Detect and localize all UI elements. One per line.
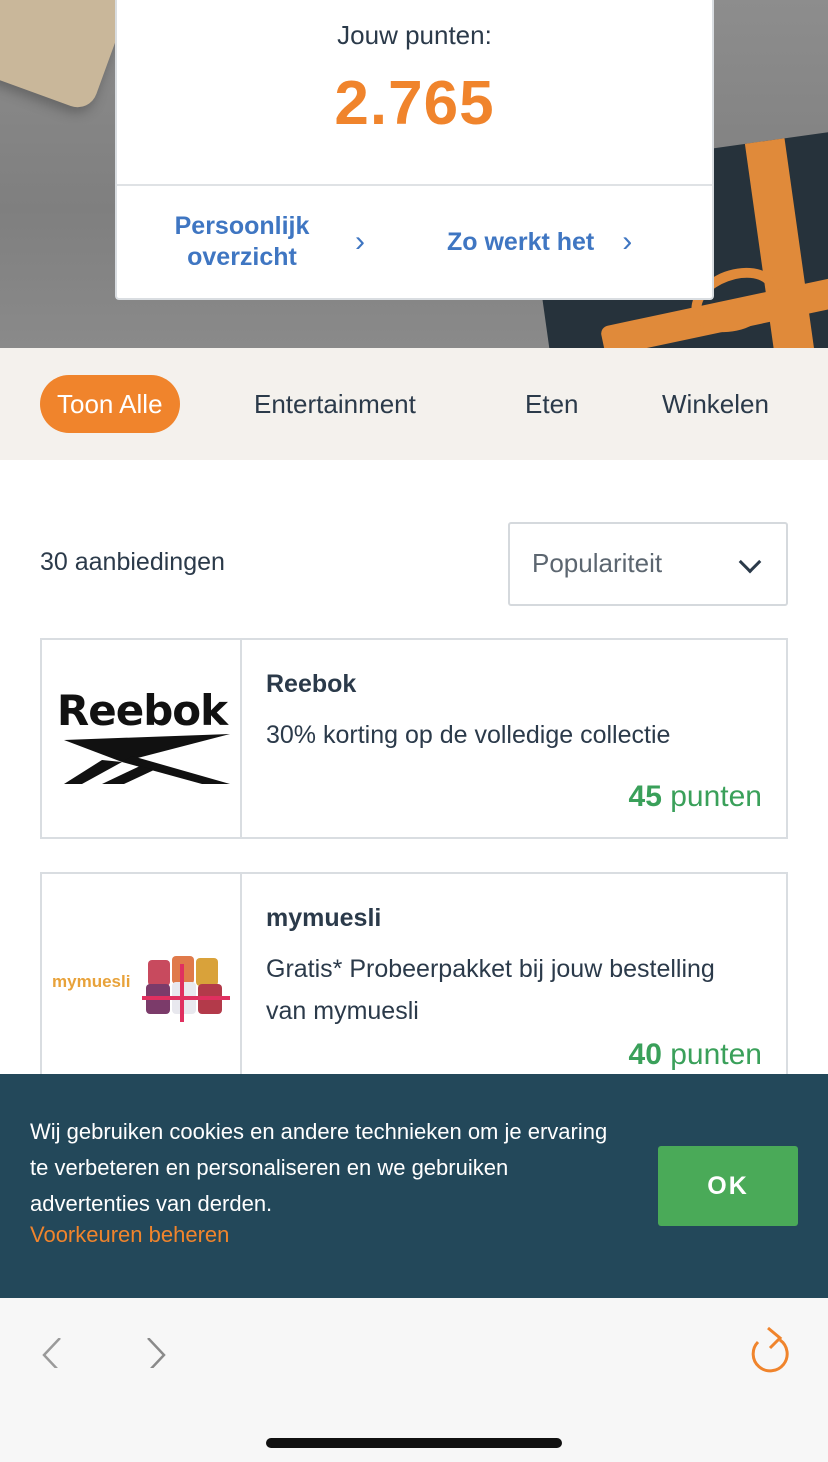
- muesli-cups-image: [142, 956, 230, 1022]
- manage-preferences-link[interactable]: Voorkeuren beheren: [30, 1222, 229, 1248]
- points-unit: punten: [670, 1038, 762, 1071]
- divider: [117, 184, 712, 186]
- points-number: 45: [628, 780, 662, 813]
- personal-overview-link[interactable]: Persoonlijk overzicht ›: [157, 188, 397, 296]
- offer-points: 40 punten: [629, 1038, 762, 1072]
- mymuesli-logo-part: muesli: [76, 972, 131, 991]
- offer-brand: Reebok: [266, 670, 357, 698]
- category-filter-bar: Toon Alle Entertainment Eten Winkelen: [0, 348, 828, 460]
- hero-banner: Jouw punten: 2.765 Persoonlijk overzicht…: [0, 0, 828, 348]
- how-it-works-label: Zo werkt het: [447, 227, 595, 256]
- chevron-left-icon[interactable]: [40, 1338, 70, 1368]
- chevron-right-icon: ›: [622, 225, 633, 258]
- offer-points: 45 punten: [629, 780, 762, 814]
- reebok-vector-icon: [64, 734, 230, 784]
- points-unit: punten: [670, 780, 762, 813]
- reebok-logo-text: Reebok: [56, 686, 228, 735]
- reload-icon[interactable]: [746, 1326, 792, 1376]
- points-value: 2.765: [334, 69, 495, 138]
- offer-count: 30 aanbiedingen: [40, 548, 225, 576]
- points-label: Jouw punten:: [337, 20, 492, 50]
- points-number: 40: [628, 1038, 662, 1071]
- chevron-right-icon: ›: [355, 225, 365, 258]
- reebok-logo: Reebok: [42, 640, 242, 837]
- chevron-right-icon[interactable]: [140, 1338, 170, 1368]
- tab-entertainment[interactable]: Entertainment: [254, 375, 416, 433]
- sort-dropdown[interactable]: Populariteit: [508, 522, 788, 606]
- mymuesli-logo-text: mymuesli: [52, 972, 130, 992]
- offer-card-reebok[interactable]: Reebok Reebok 30% korting op de volledig…: [40, 638, 788, 839]
- tab-food[interactable]: Eten: [525, 375, 579, 433]
- home-indicator: [266, 1438, 562, 1448]
- how-it-works-link[interactable]: Zo werkt het ›: [447, 188, 687, 296]
- tab-shopping[interactable]: Winkelen: [662, 375, 769, 433]
- cookie-message: Wij gebruiken cookies en andere techniek…: [30, 1119, 608, 1216]
- tab-show-all[interactable]: Toon Alle: [40, 375, 180, 433]
- sort-selected-value: Populariteit: [532, 548, 663, 578]
- offer-description: Gratis* Probeerpakket bij jouw bestellin…: [266, 955, 715, 1025]
- personal-overview-label: Persoonlijk overzicht: [174, 211, 310, 271]
- offer-brand: mymuesli: [266, 904, 382, 932]
- cookie-ok-button[interactable]: OK: [658, 1146, 798, 1226]
- cookie-banner: Wij gebruiken cookies en andere techniek…: [0, 1074, 828, 1298]
- offer-description: 30% korting op de volledige collectie: [266, 721, 671, 749]
- offer-body: Reebok 30% korting op de volledige colle…: [266, 640, 762, 837]
- points-card: Jouw punten: 2.765 Persoonlijk overzicht…: [115, 0, 714, 300]
- browser-toolbar: [0, 1298, 828, 1462]
- chevron-down-icon: [738, 550, 762, 574]
- mymuesli-logo-part: my: [52, 972, 77, 991]
